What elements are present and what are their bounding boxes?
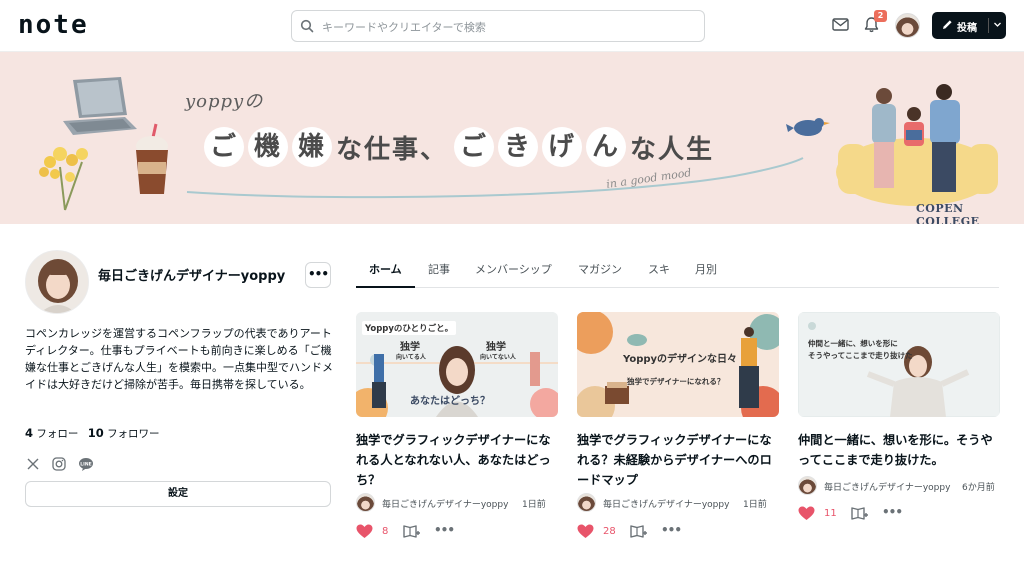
add-to-magazine-icon[interactable] bbox=[851, 506, 868, 521]
note-logo[interactable]: note bbox=[18, 10, 89, 40]
add-to-magazine-icon[interactable] bbox=[630, 524, 647, 539]
brand-logo: COPEN COLLEGE bbox=[916, 202, 980, 224]
tab-likes[interactable]: スキ bbox=[648, 261, 670, 277]
follower-count[interactable]: 10 bbox=[88, 426, 104, 440]
active-tab-indicator bbox=[356, 286, 415, 288]
tab-membership[interactable]: メンバーシップ bbox=[475, 261, 552, 277]
thumbnail-label-right: 独学 bbox=[486, 342, 506, 353]
banner-prefix: yoppyの bbox=[185, 91, 264, 112]
like-count: 28 bbox=[603, 526, 616, 537]
more-options-button[interactable]: ••• bbox=[305, 262, 331, 288]
heart-icon[interactable] bbox=[356, 524, 373, 539]
article-thumbnail[interactable]: 仲間と一緒に、想いを形に そうやってここまで走り抜けた bbox=[798, 312, 1000, 417]
thumbnail-heading: 仲間と一緒に、想いを形に bbox=[808, 339, 898, 348]
author-avatar[interactable] bbox=[577, 493, 596, 512]
add-to-magazine-icon[interactable] bbox=[403, 524, 420, 539]
search-icon bbox=[300, 19, 314, 33]
post-button-label: 投稿 bbox=[957, 23, 977, 34]
article-thumbnail[interactable]: Yoppyのデザインな日々 独学でデザイナーになれる？ bbox=[577, 312, 779, 417]
notification-badge: 2 bbox=[874, 10, 887, 22]
article-thumbnail[interactable]: Yoppyのひとりごと。 独学 向いてる人 独学 向いてない人 あなたはどっち？ bbox=[356, 312, 558, 417]
instagram-icon[interactable] bbox=[52, 457, 66, 471]
x-icon[interactable] bbox=[26, 457, 40, 471]
like-count: 11 bbox=[824, 508, 837, 519]
thumbnail-sublabel-right: 向いてない人 bbox=[480, 354, 516, 361]
author-name[interactable]: 毎日ごきげんデザイナーyoppy bbox=[382, 497, 508, 510]
bird-illustration bbox=[786, 118, 830, 136]
follow-stats: 4 フォロー 10 フォロワー bbox=[25, 426, 160, 441]
global-header: note 2 投稿 bbox=[0, 0, 1024, 52]
user-avatar[interactable] bbox=[895, 13, 920, 38]
author-name[interactable]: 毎日ごきげんデザイナーyoppy bbox=[603, 497, 729, 510]
article-actions: 8 ••• bbox=[356, 523, 558, 541]
follow-label[interactable]: フォロー bbox=[36, 428, 78, 440]
follower-label[interactable]: フォロワー bbox=[107, 428, 160, 440]
family-illustration bbox=[836, 84, 998, 206]
mail-icon[interactable] bbox=[832, 18, 849, 31]
chevron-down-icon[interactable] bbox=[993, 20, 1002, 29]
more-icon[interactable]: ••• bbox=[661, 523, 682, 537]
post-time: 6か月前 bbox=[962, 483, 995, 493]
mimosa-illustration bbox=[39, 147, 88, 211]
tab-articles[interactable]: 記事 bbox=[428, 261, 450, 277]
profile-name[interactable]: 毎日ごきげんデザイナーyoppy bbox=[98, 265, 285, 284]
social-links: LINE bbox=[26, 457, 94, 471]
svg-text:LINE: LINE bbox=[80, 462, 91, 468]
article-actions: 28 ••• bbox=[577, 523, 779, 541]
profile-avatar[interactable] bbox=[25, 250, 89, 314]
post-time: 1日前 bbox=[743, 500, 767, 510]
banner-swoosh bbox=[186, 157, 804, 199]
coffee-drink-illustration bbox=[136, 123, 168, 194]
post-button-divider bbox=[988, 18, 989, 33]
article-title[interactable]: 仲間と一緒に、想いを形に。そうやってここまで走り抜けた。 bbox=[798, 430, 1000, 470]
article-title[interactable]: 独学でグラフィックデザイナーになれる？未経験からデザイナーへのロードマップ bbox=[577, 430, 779, 490]
heart-icon[interactable] bbox=[577, 524, 594, 539]
post-button[interactable]: 投稿 bbox=[932, 12, 1006, 39]
search-box[interactable] bbox=[291, 10, 705, 42]
like-count: 8 bbox=[382, 526, 389, 537]
pencil-icon bbox=[943, 20, 952, 29]
thumbnail-art bbox=[798, 312, 1000, 417]
author-avatar[interactable] bbox=[356, 493, 375, 512]
profile-banner: yoppyの ご 機 嫌 な仕事、 ご き げ ん な人生 in a good … bbox=[0, 52, 1024, 224]
thumbnail-bottom-text: あなたはどっち？ bbox=[410, 396, 490, 407]
tab-monthly[interactable]: 月別 bbox=[695, 261, 717, 277]
profile-bio: コペンカレッジを運営するコペンフラップの代表でありアートディレクター。仕事もプラ… bbox=[25, 327, 333, 391]
tab-magazine[interactable]: マガジン bbox=[578, 261, 622, 277]
author-avatar[interactable] bbox=[798, 476, 817, 495]
more-icon[interactable]: ••• bbox=[434, 523, 455, 537]
follow-count[interactable]: 4 bbox=[25, 426, 33, 440]
article-actions: 11 ••• bbox=[798, 505, 1000, 523]
heart-icon[interactable] bbox=[798, 506, 815, 521]
more-icon[interactable]: ••• bbox=[882, 505, 903, 519]
thumbnail-label-left: 独学 bbox=[400, 342, 420, 353]
thumbnail-heading: Yoppyのひとりごと。 bbox=[362, 321, 457, 335]
article-meta: 毎日ごきげんデザイナーyoppy 1日前 bbox=[577, 493, 787, 513]
thumbnail-subheading: そうやってここまで走り抜けた bbox=[808, 351, 913, 360]
post-time: 1日前 bbox=[522, 500, 546, 510]
thumbnail-subheading: 独学でデザイナーになれる？ bbox=[627, 377, 725, 386]
article-title[interactable]: 独学でグラフィックデザイナーになれる人となれない人、あなたはどっち？ bbox=[356, 430, 558, 490]
article-meta: 毎日ごきげんデザイナーyoppy 6か月前 bbox=[798, 476, 1008, 496]
profile-photo bbox=[26, 251, 88, 313]
thumbnail-heading: Yoppyのデザインな日々 bbox=[623, 354, 738, 365]
laptop-illustration bbox=[63, 77, 137, 135]
line-icon[interactable]: LINE bbox=[78, 457, 94, 471]
settings-button[interactable]: 設定 bbox=[25, 481, 331, 507]
tab-home[interactable]: ホーム bbox=[369, 261, 402, 277]
content-tabs: ホーム 記事 メンバーシップ マガジン スキ 月別 bbox=[356, 255, 999, 288]
search-input[interactable] bbox=[322, 17, 692, 37]
thumbnail-sublabel-left: 向いてる人 bbox=[396, 354, 426, 361]
author-name[interactable]: 毎日ごきげんデザイナーyoppy bbox=[824, 480, 950, 493]
article-meta: 毎日ごきげんデザイナーyoppy 1日前 bbox=[356, 493, 566, 513]
